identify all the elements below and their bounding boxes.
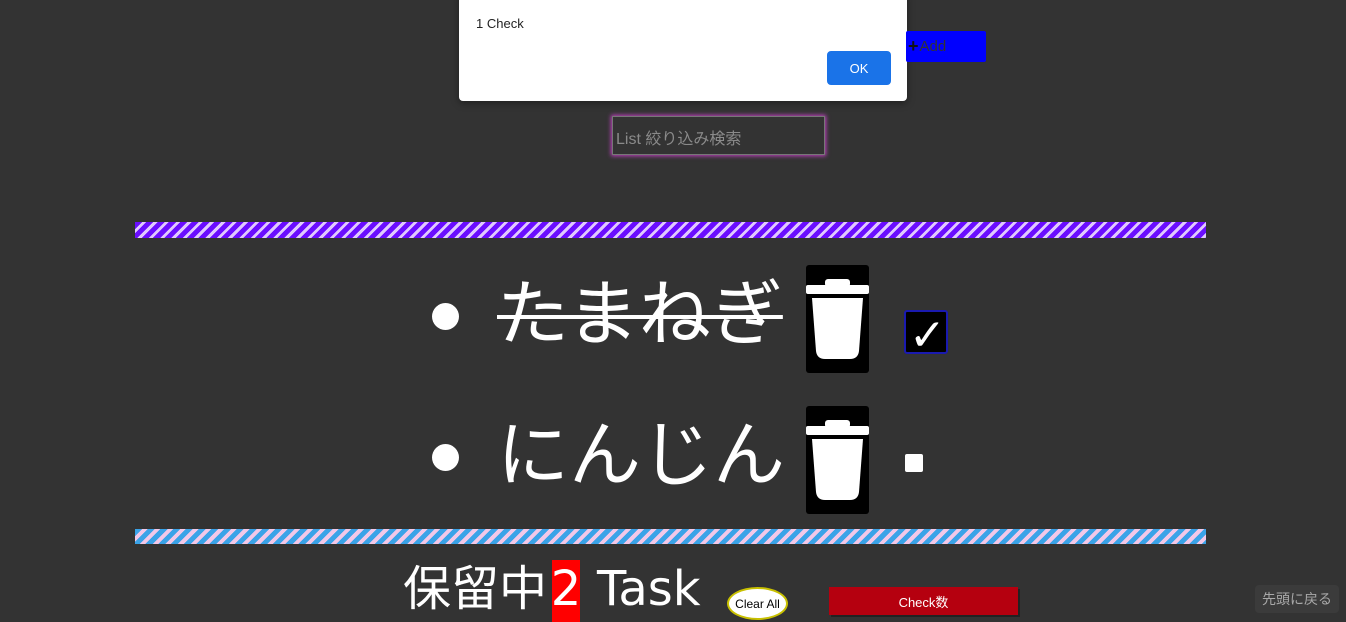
top-divider [135, 222, 1206, 238]
plus-icon: + [908, 36, 919, 56]
back-to-top-button[interactable]: 先頭に戻る [1255, 585, 1339, 613]
delete-button[interactable] [806, 265, 869, 373]
bullet-icon [432, 444, 459, 471]
trash-icon [806, 279, 869, 359]
bottom-divider [135, 529, 1206, 544]
alert-dialog: … 1 Check OK [459, 0, 907, 101]
search-input[interactable]: List 絞り込み検索 [612, 116, 825, 155]
list-item: たまねぎ [0, 265, 1346, 375]
item-label: にんじん [497, 413, 786, 497]
delete-button[interactable] [806, 406, 869, 514]
search-placeholder: List 絞り込み検索 [616, 131, 742, 148]
list-item: にんじん [0, 406, 1346, 516]
checkmark-icon: ✓ [909, 310, 946, 361]
trash-icon [806, 420, 869, 500]
add-button[interactable]: + Add [906, 31, 986, 62]
item-label: たまねぎ [497, 272, 783, 356]
check-count-button[interactable]: Check数 [829, 587, 1018, 615]
clear-all-button[interactable]: Clear All [727, 587, 788, 620]
add-button-label: Add [919, 38, 947, 55]
item-checkbox-checked[interactable]: ✓ [904, 310, 948, 358]
pending-label: 保留中 [403, 561, 548, 617]
item-checkbox-unchecked[interactable] [905, 454, 923, 472]
dialog-title: … [476, 0, 489, 3]
dialog-message: 1 Check [476, 16, 524, 31]
task-label: Task [597, 561, 701, 617]
pending-count-badge: 2 [551, 560, 581, 622]
bullet-icon [432, 303, 459, 330]
dialog-ok-button[interactable]: OK [827, 51, 891, 85]
